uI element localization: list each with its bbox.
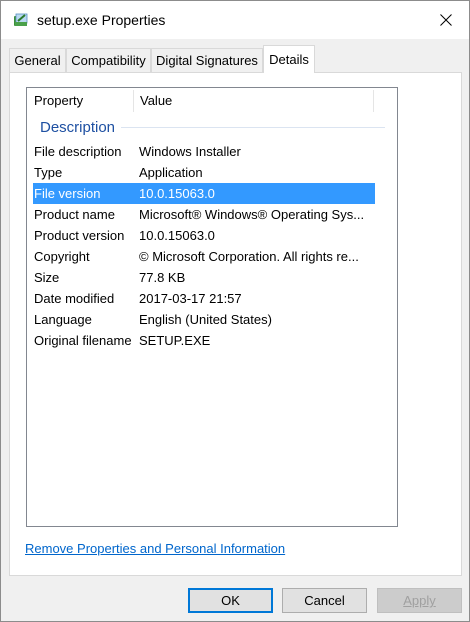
group-header[interactable]: Description [40, 119, 115, 137]
tab-general[interactable]: General [9, 48, 66, 72]
property-name: Size [34, 270, 60, 285]
apply-label: Apply [403, 593, 436, 608]
property-value: © Microsoft Corporation. All rights re..… [139, 249, 359, 264]
list-item-selected[interactable]: File version 10.0.15063.0 [33, 183, 375, 204]
list-item[interactable]: Size 77.8 KB [33, 267, 375, 288]
ok-button[interactable]: OK [188, 588, 273, 613]
tab-digital-signatures[interactable]: Digital Signatures [151, 48, 263, 72]
group-divider [121, 127, 385, 128]
property-name: Product name [34, 207, 115, 222]
close-icon [440, 14, 452, 26]
window-title: setup.exe Properties [37, 12, 166, 28]
tab-strip: General Compatibility Digital Signatures… [9, 45, 463, 73]
rows-container: File description Windows Installer Type Ap… [33, 141, 375, 351]
property-name: Type [34, 165, 63, 180]
installer-icon [13, 11, 29, 27]
property-value: 77.8 KB [139, 270, 186, 285]
property-name: Product version [34, 228, 125, 243]
property-value: Windows Installer [139, 144, 241, 159]
close-button[interactable] [423, 1, 469, 39]
list-item[interactable]: Copyright © Microsoft Corporation. All ri… [33, 246, 375, 267]
list-item[interactable]: File description Windows Installer [33, 141, 375, 162]
property-value: 2017-03-17 21:57 [139, 291, 242, 306]
tab-compatibility[interactable]: Compatibility [66, 48, 151, 72]
column-header-value[interactable]: Value [133, 88, 373, 114]
title-bar[interactable]: setup.exe Properties [1, 1, 469, 39]
property-name: Original filename [34, 333, 132, 348]
list-header: Property Value [27, 88, 397, 114]
property-value: Microsoft® Windows® Operating Sys... [139, 207, 365, 222]
remove-properties-link[interactable]: Remove Properties and Personal Informati… [25, 541, 285, 556]
property-name: File version [34, 186, 101, 201]
column-header-property[interactable]: Property [27, 88, 133, 114]
list-item[interactable]: Date modified 2017-03-17 21:57 [33, 288, 375, 309]
property-value: Application [139, 165, 203, 180]
tab-details[interactable]: Details [263, 45, 315, 73]
property-name: Date modified [34, 291, 115, 306]
details-list[interactable]: Property Value Description File descript… [26, 87, 398, 527]
cancel-button[interactable]: Cancel [282, 588, 367, 613]
list-item[interactable]: Original filename SETUP.EXE [33, 330, 375, 351]
property-name: Copyright [34, 249, 90, 264]
list-item[interactable]: Language English (United States) [33, 309, 375, 330]
property-value: English (United States) [139, 312, 272, 327]
property-value: 10.0.15063.0 [139, 228, 215, 243]
column-divider[interactable] [373, 90, 374, 112]
details-panel: Property Value Description File descript… [9, 72, 462, 576]
list-item[interactable]: Type Application [33, 162, 375, 183]
property-name: File description [34, 144, 122, 159]
list-item[interactable]: Product name Microsoft® Windows® Operatin… [33, 204, 375, 225]
list-item[interactable]: Product version 10.0.15063.0 [33, 225, 375, 246]
property-name: Language [34, 312, 92, 327]
properties-dialog: setup.exe Properties General Compatibili… [0, 0, 470, 622]
property-value: SETUP.EXE [139, 333, 211, 348]
apply-button[interactable]: Apply [377, 588, 462, 613]
property-value: 10.0.15063.0 [139, 186, 215, 201]
